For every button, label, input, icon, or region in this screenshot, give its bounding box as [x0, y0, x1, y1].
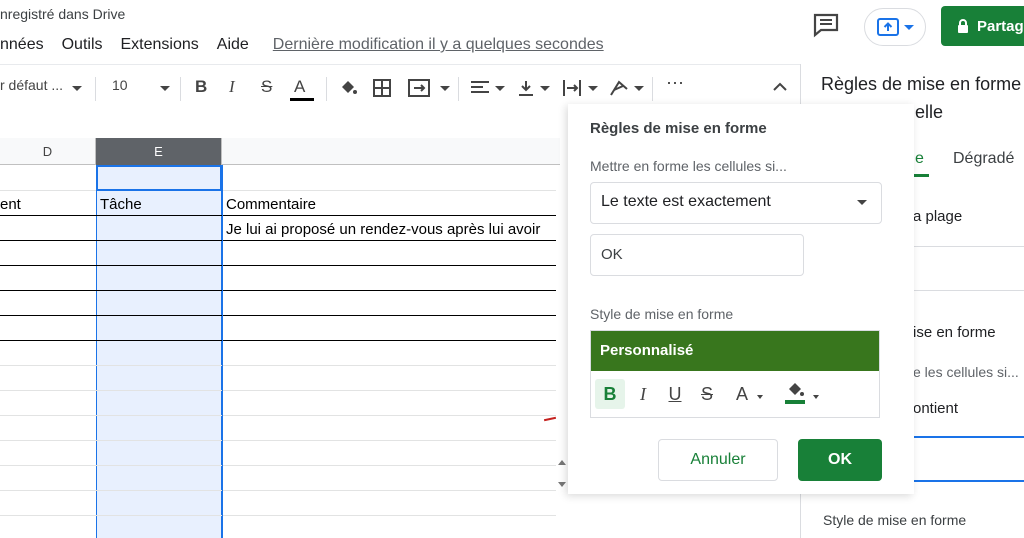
condition-value[interactable]: ontient: [913, 400, 958, 417]
row-divider: [0, 290, 556, 291]
chevron-down-icon: [757, 395, 763, 399]
row-divider: [0, 365, 556, 366]
row-divider: [0, 465, 556, 466]
collapse-toolbar-icon[interactable]: [772, 79, 788, 97]
format-style-box: Personnalisé B I U S A: [590, 330, 880, 418]
chevron-down-icon[interactable]: [634, 86, 644, 91]
lock-icon: [958, 19, 968, 33]
chevron-down-icon[interactable]: [588, 86, 598, 91]
last-modified-link[interactable]: Dernière modification il y a quelques se…: [273, 36, 604, 54]
cancel-button[interactable]: Annuler: [658, 439, 778, 481]
bold-button[interactable]: B: [195, 77, 207, 97]
tab-gradient[interactable]: Dégradé: [953, 150, 1014, 168]
bold-toggle[interactable]: B: [595, 379, 625, 409]
vertical-align-icon[interactable]: [517, 79, 535, 102]
style-label: Style de mise en forme: [590, 306, 734, 322]
style-label: Style de mise en forme: [823, 512, 967, 528]
row-divider: [0, 415, 556, 416]
chevron-down-icon[interactable]: [160, 86, 170, 91]
cell-header-d[interactable]: ent: [0, 196, 21, 213]
menu-tools[interactable]: Outils: [62, 36, 103, 54]
row-divider: [0, 515, 556, 516]
row-divider: [0, 490, 556, 491]
strikethrough-toggle[interactable]: S: [693, 379, 721, 409]
menu-data[interactable]: nnées: [0, 36, 44, 54]
chevron-down-icon: [904, 24, 914, 30]
row-divider: [0, 340, 556, 341]
format-rules-dialog: Règles de mise en forme Mettre en forme …: [568, 104, 914, 494]
row-divider: [0, 390, 556, 391]
column-header-f[interactable]: [222, 138, 556, 165]
italic-button[interactable]: I: [229, 77, 235, 97]
tab-single-color[interactable]: e: [915, 150, 924, 168]
text-wrap-icon[interactable]: [562, 79, 582, 102]
column-header-d[interactable]: D: [0, 138, 96, 165]
more-options-icon[interactable]: ⋯: [666, 73, 684, 94]
row-divider: [0, 265, 556, 266]
underline-toggle[interactable]: U: [661, 379, 689, 409]
sidebar-title-line2: elle: [915, 102, 944, 122]
range-label: a plage: [913, 208, 963, 225]
cell-comment-row1[interactable]: Je lui ai proposé un rendez-vous après l…: [226, 221, 556, 238]
condition-dropdown[interactable]: Le texte est exactement: [590, 182, 882, 224]
italic-toggle[interactable]: I: [629, 379, 657, 409]
cell-header-comment[interactable]: Commentaire: [226, 196, 316, 213]
strikethrough-button[interactable]: S: [261, 77, 272, 97]
chevron-down-icon[interactable]: [495, 86, 505, 91]
text-color-button[interactable]: A: [294, 77, 305, 97]
chevron-down-icon[interactable]: [540, 86, 550, 91]
value-text: OK: [601, 246, 623, 263]
share-label: Partag: [977, 17, 1024, 35]
row-divider: [0, 315, 556, 316]
fill-color-icon[interactable]: [338, 79, 358, 102]
column-header-e[interactable]: E: [96, 138, 222, 165]
font-size-select[interactable]: 10: [112, 77, 128, 93]
font-select[interactable]: r défaut ...: [0, 77, 63, 93]
dialog-title: Règles de mise en forme: [590, 120, 767, 137]
rules-label: ise en forme: [913, 324, 996, 341]
menu-extensions[interactable]: Extensions: [121, 36, 199, 54]
active-cell[interactable]: [96, 165, 222, 191]
chevron-down-icon: [813, 395, 819, 399]
sidebar-title: Règles de mise en forme: [821, 74, 1022, 94]
value-input[interactable]: OK: [590, 234, 804, 276]
text-color-toggle[interactable]: A: [729, 379, 755, 409]
share-button[interactable]: Partag: [941, 6, 1024, 46]
comment-icon[interactable]: [812, 12, 840, 38]
condition-value: Le texte est exactement: [601, 193, 771, 210]
style-preset-name[interactable]: Personnalisé: [591, 331, 879, 371]
present-icon: [877, 18, 899, 36]
cells-if-label: Mettre en forme les cellules si...: [590, 158, 787, 174]
merge-cells-icon[interactable]: [408, 79, 430, 102]
row-divider: [0, 215, 556, 216]
cell-header-task[interactable]: Tâche: [100, 196, 142, 213]
selected-column-e: [96, 165, 222, 538]
fill-color-icon[interactable]: [785, 381, 807, 410]
borders-icon[interactable]: [373, 79, 391, 102]
present-button[interactable]: [864, 8, 926, 46]
menu-bar: nnées Outils Extensions Aide Dernière mo…: [0, 34, 622, 56]
chevron-down-icon: [857, 200, 867, 205]
chevron-down-icon[interactable]: [440, 86, 450, 91]
ok-button[interactable]: OK: [798, 439, 882, 481]
text-rotation-icon[interactable]: [609, 79, 631, 102]
align-left-icon[interactable]: [470, 79, 490, 102]
text-color-bar: [290, 98, 314, 101]
row-divider: [0, 240, 556, 241]
chevron-down-icon[interactable]: [72, 86, 82, 91]
row-divider: [0, 190, 556, 191]
menu-help[interactable]: Aide: [217, 36, 249, 54]
save-status: nregistré dans Drive: [0, 6, 126, 22]
column-headers: D E: [0, 138, 560, 165]
row-divider: [0, 440, 556, 441]
cells-if-label: e les cellules si...: [913, 364, 1019, 380]
column-divider: [222, 165, 223, 538]
